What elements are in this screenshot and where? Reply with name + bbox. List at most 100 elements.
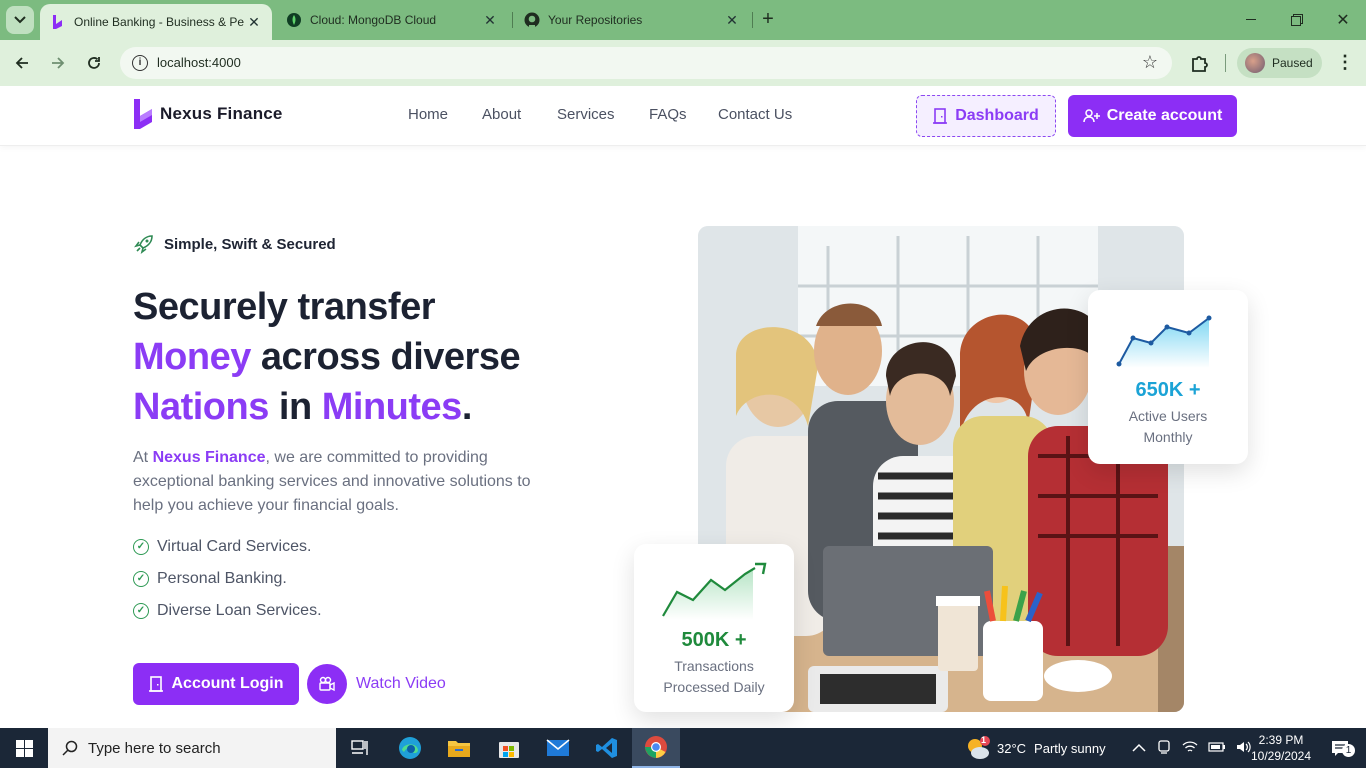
feature-item: ✓ Personal Banking. — [133, 570, 287, 588]
close-window-button[interactable]: ✕ — [1320, 0, 1366, 40]
trend-up-chart-icon — [662, 562, 767, 620]
tab-title: Online Banking - Business & Pe — [74, 15, 244, 29]
nav-about[interactable]: About — [482, 106, 521, 123]
close-tab-icon[interactable]: ✕ — [480, 10, 500, 30]
chrome-icon[interactable] — [632, 728, 680, 768]
hero-description: At Nexus Finance, we are committed to pr… — [133, 446, 563, 518]
tab-strip: Online Banking - Business & Pe ✕ Cloud: … — [0, 0, 1366, 40]
hero-tagline: Simple, Swift & Secured — [134, 234, 336, 254]
profile-button[interactable]: Paused — [1237, 48, 1322, 78]
microsoft-store-icon[interactable] — [485, 728, 533, 768]
start-button[interactable] — [0, 728, 48, 768]
notifications-button[interactable]: 1 — [1322, 728, 1358, 768]
nav-faqs[interactable]: FAQs — [649, 106, 687, 123]
nav-home[interactable]: Home — [408, 106, 448, 123]
windows-logo-icon — [15, 739, 33, 757]
meet-now-icon[interactable] — [1156, 739, 1172, 758]
account-login-button[interactable]: Account Login — [133, 663, 299, 705]
weather-badge: 1 — [981, 735, 987, 745]
clock-date: 10/29/2024 — [1250, 749, 1312, 763]
address-bar[interactable]: i localhost:4000 ☆ — [120, 47, 1172, 79]
taskbar-search-box[interactable]: Type here to search — [48, 728, 336, 768]
nav-contact-us[interactable]: Contact Us — [718, 106, 792, 123]
arrow-left-icon — [15, 57, 28, 69]
weather-widget[interactable]: 1 32°C Partly sunny — [964, 728, 1106, 768]
chevron-up-icon[interactable] — [1132, 741, 1146, 756]
tab-repositories[interactable]: Your Repositories ✕ — [514, 0, 750, 40]
user-plus-icon — [1082, 109, 1100, 123]
desc-prefix: At — [133, 449, 153, 466]
brand-name: Nexus Finance — [160, 104, 283, 123]
volume-icon[interactable] — [1236, 740, 1252, 757]
door-icon — [933, 108, 948, 124]
battery-icon[interactable] — [1208, 741, 1226, 756]
restore-icon — [1291, 14, 1303, 26]
tagline-text: Simple, Swift & Secured — [164, 235, 336, 253]
wifi-icon[interactable] — [1182, 740, 1198, 757]
tab-divider — [512, 12, 513, 28]
minimize-button[interactable] — [1228, 0, 1274, 40]
avatar — [1245, 53, 1265, 73]
reload-button[interactable] — [81, 50, 107, 76]
close-tab-icon[interactable]: ✕ — [722, 10, 742, 30]
taskbar-search-placeholder: Type here to search — [88, 739, 221, 757]
rocket-icon — [134, 235, 153, 254]
dashboard-label: Dashboard — [955, 107, 1039, 124]
hero-highlight-nations: Nations — [133, 386, 269, 428]
tab-online-banking[interactable]: Online Banking - Business & Pe ✕ — [40, 4, 272, 40]
clock[interactable]: 2:39 PM 10/29/2024 — [1250, 728, 1312, 768]
feature-label: Diverse Loan Services. — [157, 602, 322, 619]
url-text: localhost:4000 — [157, 55, 241, 70]
reload-icon — [88, 57, 100, 69]
mail-icon[interactable] — [534, 728, 582, 768]
tab-title: Your Repositories — [548, 13, 643, 27]
edge-icon[interactable] — [386, 728, 434, 768]
site-logo[interactable]: Nexus Finance — [132, 97, 283, 131]
back-button[interactable] — [9, 50, 35, 76]
check-circle-icon: ✓ — [133, 603, 149, 619]
site-header: Nexus Finance Home About Services FAQs C… — [0, 86, 1366, 146]
hero-line-3-mid: in — [268, 386, 322, 428]
feature-item: ✓ Virtual Card Services. — [133, 538, 311, 556]
active-users-value: 650K + — [1135, 379, 1201, 401]
watch-video-label: Watch Video — [356, 675, 446, 692]
watch-video-button[interactable]: Watch Video — [307, 664, 446, 704]
minimize-icon — [1246, 19, 1256, 20]
transactions-label-2: Processed Daily — [663, 679, 765, 695]
tab-search-button[interactable] — [6, 6, 34, 34]
toolbar-divider — [1225, 54, 1226, 72]
extensions-puzzle-icon[interactable] — [1188, 51, 1212, 75]
task-view-icon[interactable] — [336, 728, 384, 768]
windows-taskbar: Type here to search 1 32°C Partly sunny — [0, 728, 1366, 768]
chevron-down-icon — [14, 16, 26, 24]
weather-sun-cloud-icon — [968, 736, 990, 759]
weather-temp: 32°C — [997, 740, 1027, 756]
restore-button[interactable] — [1274, 0, 1320, 40]
tab-divider — [752, 12, 753, 28]
feature-label: Virtual Card Services. — [157, 538, 312, 555]
site-info-icon[interactable]: i — [132, 55, 148, 71]
hero-heading: Securely transfer Money across diverse N… — [133, 282, 521, 432]
system-tray — [1132, 728, 1252, 768]
door-icon — [148, 676, 163, 692]
nexus-favicon-icon — [50, 14, 66, 30]
check-circle-icon: ✓ — [133, 571, 149, 587]
nexus-logo-icon — [134, 99, 152, 129]
browser-menu-icon[interactable]: ⋮ — [1336, 52, 1354, 74]
create-account-button[interactable]: Create account — [1068, 95, 1237, 137]
account-login-label: Account Login — [171, 675, 284, 692]
create-account-label: Create account — [1106, 107, 1223, 124]
bookmark-star-icon[interactable]: ☆ — [1142, 52, 1158, 73]
new-tab-button[interactable]: + — [758, 9, 778, 31]
video-camera-icon — [307, 664, 347, 704]
vscode-icon[interactable] — [583, 728, 631, 768]
mongodb-leaf-icon — [286, 12, 302, 28]
tab-mongodb[interactable]: Cloud: MongoDB Cloud ✕ — [276, 0, 508, 40]
forward-button[interactable] — [45, 50, 71, 76]
dashboard-button[interactable]: Dashboard — [916, 95, 1056, 137]
nav-services[interactable]: Services — [557, 106, 615, 123]
file-explorer-icon[interactable] — [435, 728, 483, 768]
active-users-card: 650K + Active Users Monthly — [1088, 290, 1248, 464]
transactions-value: 500K + — [681, 629, 747, 651]
close-tab-icon[interactable]: ✕ — [244, 12, 264, 32]
